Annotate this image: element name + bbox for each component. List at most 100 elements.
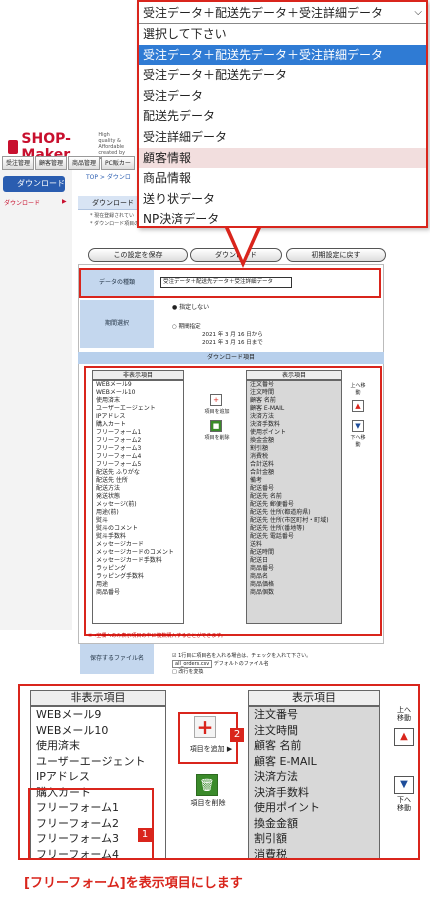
list-item[interactable]: 合計金額 bbox=[247, 469, 341, 477]
list-item[interactable]: フリーフォーム5 bbox=[93, 461, 183, 469]
list-item[interactable]: 配送先 郵便番号 bbox=[247, 501, 341, 509]
convert-newline-checkbox[interactable]: □ 改行を変換 bbox=[172, 668, 311, 676]
list-item[interactable]: 顧客 名前 bbox=[249, 738, 379, 754]
trash-icon[interactable]: 🗑 bbox=[196, 774, 218, 796]
list-item[interactable]: 決済方法 bbox=[247, 413, 341, 421]
shown-items-list[interactable]: 注文番号 注文時間 顧客 名前 顧客 E-MAIL 決済方法 決済手数料 使用ポイント 換金金… bbox=[246, 380, 342, 624]
list-item[interactable]: 熨斗手数料 bbox=[93, 533, 183, 541]
list-item[interactable]: 使用ポイント bbox=[247, 429, 341, 437]
save-settings-button[interactable]: この設定を保存 bbox=[88, 248, 188, 262]
list-item[interactable]: 用途(前) bbox=[93, 509, 183, 517]
dropdown-option[interactable]: 送り状データ bbox=[139, 189, 426, 210]
add-item-button[interactable]: + bbox=[194, 716, 216, 738]
dropdown-option[interactable]: 商品情報 bbox=[139, 168, 426, 189]
nav-tab-customers[interactable]: 顧客管理 bbox=[35, 156, 68, 170]
list-item[interactable]: WEBメール10 bbox=[31, 723, 165, 739]
list-item[interactable]: 配送先 住所(番地等) bbox=[247, 525, 341, 533]
dropdown-option[interactable]: 顧客情報 bbox=[139, 147, 426, 169]
list-item[interactable]: フリーフォーム3 bbox=[93, 445, 183, 453]
shown-items-list[interactable]: 注文番号 注文時間 顧客 名前 顧客 E-MAIL 決済方法 決済手数料 使用ポイント 換金金… bbox=[248, 706, 380, 859]
list-item[interactable]: 熨斗 bbox=[93, 517, 183, 525]
list-item[interactable]: 配送時間 bbox=[247, 549, 341, 557]
trash-icon[interactable]: ■ bbox=[210, 420, 222, 432]
list-item[interactable]: 換金金額 bbox=[249, 816, 379, 832]
list-item[interactable]: 商品名 bbox=[247, 573, 341, 581]
list-item[interactable]: 購入カート bbox=[93, 421, 183, 429]
list-item[interactable]: 割引額 bbox=[249, 831, 379, 847]
sidebar-item-download[interactable]: ダウンロード bbox=[4, 198, 40, 207]
list-item[interactable]: ユーザーエージェント bbox=[31, 754, 165, 770]
list-item[interactable]: 配送先 名前 bbox=[247, 493, 341, 501]
list-item[interactable]: 顧客 E-MAIL bbox=[249, 754, 379, 770]
list-item[interactable]: 消費税 bbox=[249, 847, 379, 859]
list-item[interactable]: 注文番号 bbox=[247, 381, 341, 389]
dropdown-option[interactable]: 配送先データ bbox=[139, 106, 426, 127]
dropdown-option[interactable]: NP決済データ bbox=[139, 209, 426, 230]
list-item[interactable]: 商品番号 bbox=[93, 589, 183, 597]
dropdown-option[interactable]: 受注データ＋配送先データ bbox=[139, 65, 426, 86]
list-item[interactable]: ユーザーエージェント bbox=[93, 405, 183, 413]
dropdown-option[interactable]: 受注詳細データ bbox=[139, 127, 426, 148]
list-item[interactable]: 商品番号 bbox=[247, 565, 341, 573]
list-item[interactable]: 配送先 電話番号 bbox=[247, 533, 341, 541]
hidden-items-list[interactable]: WEBメール9 WEBメール10 使用済末 ユーザーエージェント IPアドレス 購入カート… bbox=[92, 380, 184, 624]
list-item[interactable]: メッセージ(前) bbox=[93, 501, 183, 509]
list-item[interactable]: WEBメール9 bbox=[31, 707, 165, 723]
move-up-button[interactable]: ▲ bbox=[352, 400, 364, 412]
list-item[interactable]: フリーフォーム2 bbox=[93, 437, 183, 445]
period-to[interactable]: 2021 年 3 月 16 日まで bbox=[202, 338, 263, 346]
list-item[interactable]: 配送先 住所(都道府県) bbox=[247, 509, 341, 517]
list-item[interactable]: 商品個数 bbox=[247, 589, 341, 597]
list-item[interactable]: フリーフォーム1 bbox=[93, 429, 183, 437]
nav-tab-orders[interactable]: 受注管理 bbox=[2, 156, 35, 170]
list-item[interactable]: 配送先 ふりがな bbox=[93, 469, 183, 477]
dropdown-option[interactable]: 選択して下さい bbox=[139, 24, 426, 45]
list-item[interactable]: 割引額 bbox=[247, 445, 341, 453]
list-item[interactable]: 配送先 住所(市区町村・町域) bbox=[247, 517, 341, 525]
list-item[interactable]: ラッピング bbox=[93, 565, 183, 573]
move-down-button[interactable]: ▼ bbox=[352, 420, 364, 432]
list-item[interactable]: メッセージカードのコメント bbox=[93, 549, 183, 557]
list-item[interactable]: メッセージカード手数料 bbox=[93, 557, 183, 565]
period-from[interactable]: 2021 年 3 月 16 日から bbox=[202, 330, 263, 338]
list-item[interactable]: フリーフォーム4 bbox=[93, 453, 183, 461]
list-item[interactable]: 注文時間 bbox=[247, 389, 341, 397]
list-item[interactable]: WEBメール9 bbox=[93, 381, 183, 389]
list-item[interactable]: メッセージカード bbox=[93, 541, 183, 549]
nav-tab-pc[interactable]: PC販カー bbox=[101, 156, 135, 170]
list-item[interactable]: 用途 bbox=[93, 581, 183, 589]
list-item[interactable]: 注文番号 bbox=[249, 707, 379, 723]
list-item[interactable]: 換金金額 bbox=[247, 437, 341, 445]
header-row-checkbox[interactable]: ☑ 1行目に項目名を入れる場合は、チェックを入れて下さい。 bbox=[172, 652, 311, 660]
list-item[interactable]: 使用済末 bbox=[31, 738, 165, 754]
list-item[interactable]: 配送日 bbox=[247, 557, 341, 565]
list-item[interactable]: ラッピング手数料 bbox=[93, 573, 183, 581]
list-item[interactable]: 配送番号 bbox=[247, 485, 341, 493]
dropdown-option[interactable]: 受注データ＋配送先データ＋受注詳細データ bbox=[139, 44, 426, 66]
list-item[interactable]: 使用済末 bbox=[93, 397, 183, 405]
reset-settings-button[interactable]: 初期設定に戻す bbox=[286, 248, 386, 262]
move-down-button[interactable]: ▼ bbox=[394, 776, 414, 794]
list-item[interactable]: 発送状態 bbox=[93, 493, 183, 501]
dropdown-option[interactable]: 受注データ bbox=[139, 86, 426, 107]
file-name-field[interactable]: all_orders.csv デフォルトのファイル名 bbox=[172, 660, 311, 668]
list-item[interactable]: 熨斗のコメント bbox=[93, 525, 183, 533]
list-item[interactable]: 決済手数料 bbox=[247, 421, 341, 429]
list-item[interactable]: 合計送料 bbox=[247, 461, 341, 469]
dropdown-selected-value[interactable]: 受注データ＋配送先データ＋受注詳細データ ⌵ bbox=[139, 2, 426, 24]
list-item[interactable]: 決済手数料 bbox=[249, 785, 379, 801]
list-item[interactable]: 商品価格 bbox=[247, 581, 341, 589]
breadcrumb[interactable]: TOP > ダウンロ bbox=[86, 172, 131, 181]
sidebar-download-button[interactable]: ダウンロード bbox=[3, 176, 65, 192]
list-item[interactable]: IPアドレス bbox=[93, 413, 183, 421]
list-item[interactable]: IPアドレス bbox=[31, 769, 165, 785]
list-item[interactable]: 備考 bbox=[247, 477, 341, 485]
list-item[interactable]: WEBメール10 bbox=[93, 389, 183, 397]
add-item-button[interactable]: + bbox=[210, 394, 222, 406]
nav-tab-products[interactable]: 商品管理 bbox=[68, 156, 101, 170]
list-item[interactable]: 配送先 住所 bbox=[93, 477, 183, 485]
period-none-radio[interactable]: ● 指定しない bbox=[172, 302, 209, 311]
list-item[interactable]: 注文時間 bbox=[249, 723, 379, 739]
list-item[interactable]: 送料 bbox=[247, 541, 341, 549]
list-item[interactable]: 消費税 bbox=[247, 453, 341, 461]
